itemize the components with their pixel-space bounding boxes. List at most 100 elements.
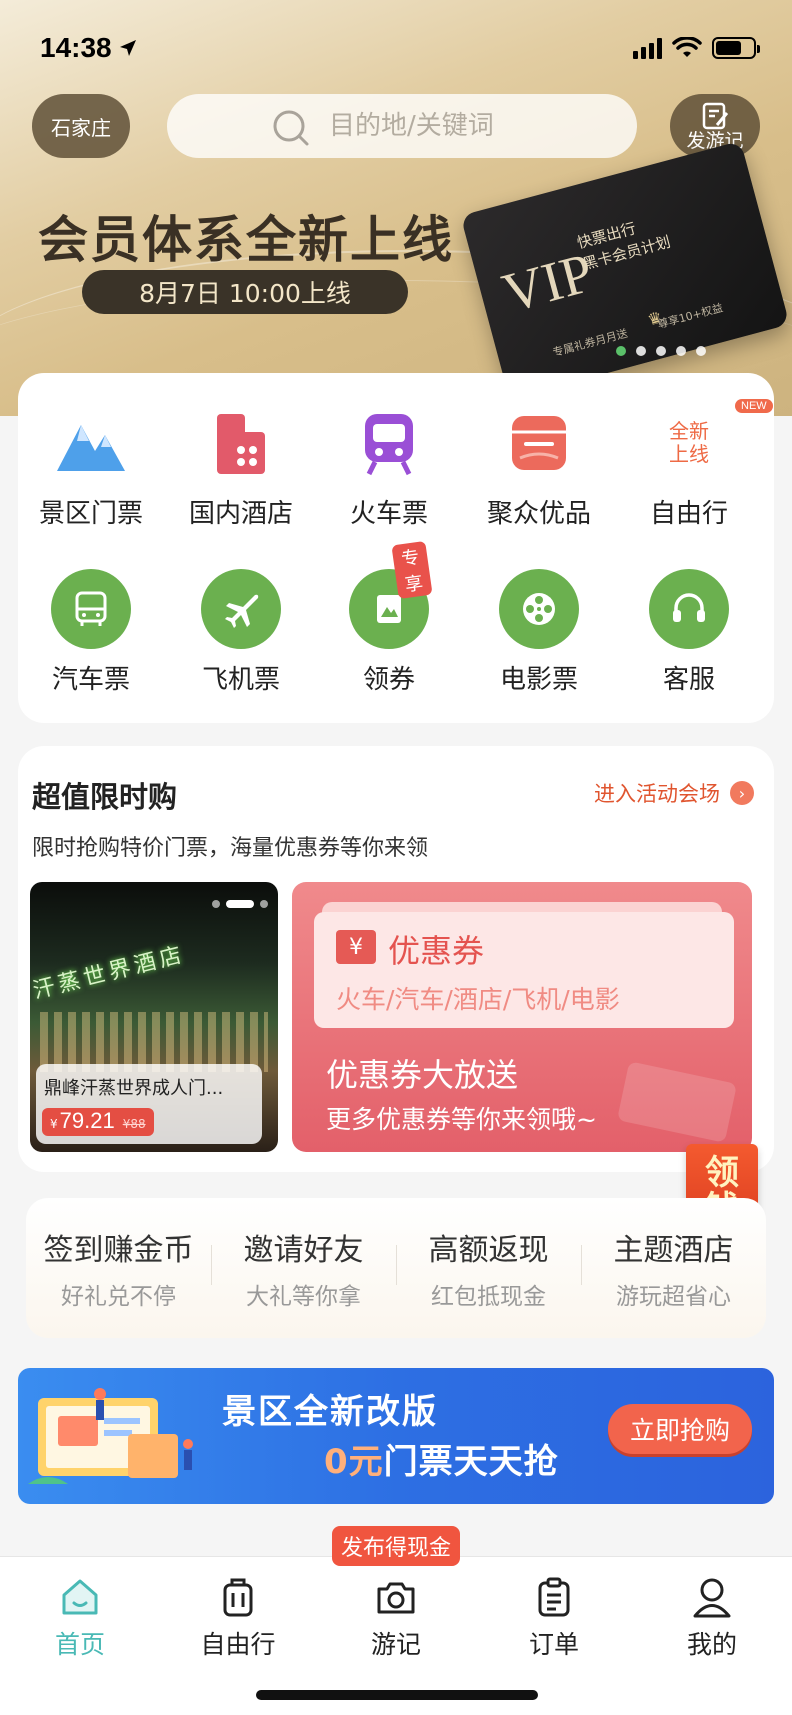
category-domestic-hotels[interactable]: 国内酒店: [176, 403, 306, 530]
category-coupons[interactable]: 专享 领券: [324, 540, 454, 696]
category-label: 电影票: [499, 665, 578, 695]
category-label: 自由行: [649, 499, 728, 529]
vip-perk: 尊享10+权益: [656, 301, 725, 332]
coupon-scope: 火车/汽车/酒店/飞机/电影: [336, 985, 620, 1014]
search-icon: [273, 110, 309, 146]
buy-now-button[interactable]: 立即抢购: [608, 1404, 752, 1454]
new-line1: 全新: [669, 419, 709, 443]
location-arrow-icon: [119, 40, 136, 56]
category-label: 领券: [362, 665, 415, 695]
yen-ticket-icon: ¥: [336, 930, 376, 964]
coupon-subtext: 更多优惠券等你来领哦~: [326, 1105, 597, 1134]
city-selector[interactable]: 石家庄: [32, 94, 130, 158]
shop-icon: [512, 416, 566, 470]
carousel-dot: [616, 346, 626, 356]
user-icon: [693, 1578, 731, 1618]
category-grid: 景区门票 国内酒店 火车票 聚众优品 NEW 全新 上线 自由行 汽车票 飞机票…: [18, 373, 774, 723]
quick-title: 邀请好友: [243, 1233, 364, 1268]
new-line2: 上线: [669, 442, 709, 466]
home-icon: [62, 1579, 98, 1615]
carousel-indicator: [616, 346, 706, 356]
tab-free-travel[interactable]: 自由行: [188, 1575, 288, 1661]
hotel-sign: 汗蒸世界酒店: [30, 942, 188, 1005]
category-free-travel[interactable]: NEW 全新 上线 自由行: [624, 399, 773, 530]
hotel-deal-card[interactable]: 汗蒸世界酒店 鼎峰汗蒸世界成人门... ¥ 79.21 ¥88: [30, 882, 278, 1152]
tab-profile[interactable]: 我的: [662, 1575, 762, 1661]
original-price: ¥88: [122, 1117, 146, 1131]
coupon-headline: 优惠券大放送: [326, 1056, 519, 1094]
flash-sale-desc: 限时抢购特价门票，海量优惠券等你来领: [32, 836, 429, 861]
mountain-icon: [57, 425, 125, 471]
price-tag: ¥ 79.21 ¥88: [42, 1108, 154, 1136]
quick-cashback[interactable]: 高额返现 红包抵现金: [396, 1225, 581, 1311]
coupon-promo-card[interactable]: ¥ 优惠券 火车/汽车/酒店/飞机/电影 优惠券大放送 更多优惠券等你来领哦~: [292, 882, 752, 1152]
banner-line2: 门票天天抢: [383, 1442, 559, 1482]
category-label: 客服: [662, 665, 715, 695]
category-group-deals[interactable]: 聚众优品: [474, 403, 604, 530]
tab-label: 订单: [528, 1630, 579, 1659]
train-icon: [365, 414, 413, 476]
tab-orders[interactable]: 订单: [504, 1575, 604, 1661]
category-label: 飞机票: [201, 665, 280, 695]
category-flight-tickets[interactable]: 飞机票: [176, 569, 306, 696]
quick-checkin[interactable]: 签到赚金币 好礼兑不停: [26, 1225, 211, 1311]
enter-event-link[interactable]: 进入活动会场 ›: [594, 778, 754, 808]
chevron-right-icon: ›: [730, 781, 754, 805]
search-bar[interactable]: [167, 94, 637, 158]
wifi-icon: [672, 37, 702, 57]
battery-icon: [712, 37, 760, 59]
tab-label: 我的: [686, 1630, 737, 1659]
edit-note-icon: [702, 102, 729, 129]
ticket-watermark: [616, 1061, 738, 1143]
category-label: 聚众优品: [486, 499, 591, 529]
category-movie-tickets[interactable]: 电影票: [474, 569, 604, 696]
signal-icon: [633, 37, 662, 59]
category-label: 国内酒店: [188, 499, 293, 529]
promo-illustration: [28, 1388, 193, 1484]
hotel-deal-name: 鼎峰汗蒸世界成人门...: [44, 1078, 224, 1099]
scenic-promo-banner[interactable]: 景区全新改版 0元门票天天抢 立即抢购: [18, 1368, 774, 1504]
flash-sale-title: 超值限时购: [32, 780, 178, 814]
carousel-dot: [696, 346, 706, 356]
envelope-char1: 领: [705, 1153, 739, 1194]
carousel-dot: [676, 346, 686, 356]
category-scenic-tickets[interactable]: 景区门票: [26, 403, 156, 530]
tab-label: 自由行: [200, 1630, 276, 1659]
hotel-icon: [217, 414, 265, 474]
status-time: 14:38: [40, 32, 112, 63]
deal-price: 79.21: [59, 1108, 115, 1133]
suitcase-icon: [223, 1578, 253, 1617]
enter-event-label: 进入活动会场: [594, 782, 720, 806]
tab-label: 游记: [370, 1630, 421, 1659]
quick-title: 高额返现: [428, 1233, 549, 1268]
quick-invite[interactable]: 邀请好友 大礼等你拿: [211, 1225, 396, 1311]
quick-sub: 好礼兑不停: [61, 1284, 176, 1310]
quick-title: 主题酒店: [613, 1233, 734, 1268]
banner-line1: 景区全新改版: [222, 1392, 438, 1432]
coupon-title: 优惠券: [388, 932, 485, 970]
new-online-badge: NEW 全新 上线: [649, 399, 773, 483]
quick-sub: 大礼等你拿: [246, 1284, 361, 1310]
home-indicator[interactable]: [256, 1690, 538, 1700]
film-reel-icon: [499, 569, 579, 649]
category-train-tickets[interactable]: 火车票: [324, 403, 454, 530]
promo-title: 会员体系全新上线: [38, 211, 454, 269]
tab-travelogue[interactable]: 游记: [346, 1575, 446, 1661]
promo-date-pill: 8月7日 10:00上线: [82, 270, 408, 314]
currency-symbol: ¥: [50, 1117, 58, 1131]
category-label: 火车票: [349, 499, 428, 529]
camera-icon: [377, 1582, 415, 1614]
search-input[interactable]: [329, 111, 629, 141]
clipboard-icon: [538, 1577, 570, 1617]
quick-theme-hotel[interactable]: 主题酒店 游玩超省心: [581, 1225, 766, 1311]
hotel-photo-detail: [40, 1012, 268, 1072]
tab-label: 首页: [54, 1630, 105, 1659]
category-bus-tickets[interactable]: 汽车票: [26, 569, 156, 696]
quick-title: 签到赚金币: [43, 1233, 194, 1268]
category-customer-service[interactable]: 客服: [624, 569, 754, 696]
new-tag: NEW: [735, 399, 773, 413]
tab-home[interactable]: 首页: [30, 1575, 130, 1661]
post-cash-badge[interactable]: 发布得现金: [332, 1526, 460, 1566]
image-pager: [212, 900, 268, 908]
category-label: 汽车票: [51, 665, 130, 695]
